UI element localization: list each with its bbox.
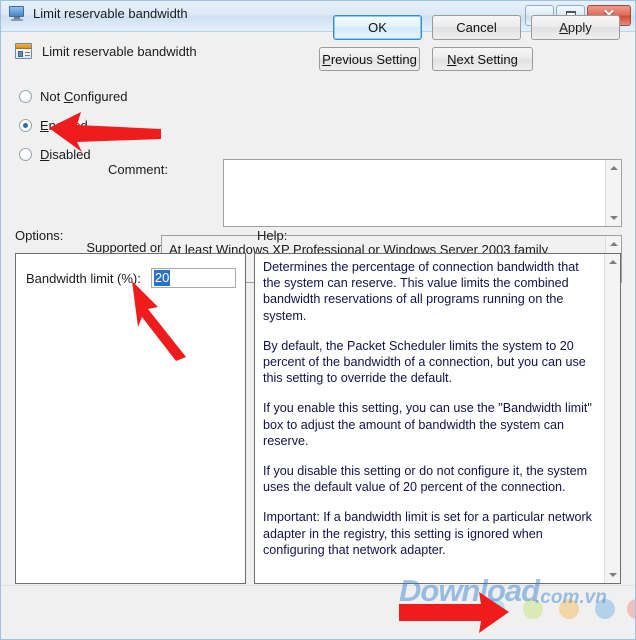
next-setting-label: ext Setting [456, 51, 518, 67]
help-paragraph: By default, the Packet Scheduler limits … [263, 338, 586, 386]
previous-setting-label: revious Setting [330, 51, 417, 67]
radio-disabled-indicator[interactable] [19, 148, 32, 161]
policy-state-area: Not Configured Enabled Disabled Comment:… [2, 74, 635, 283]
setting-nav-buttons: Previous Setting Next Setting [319, 47, 533, 71]
apply-button[interactable]: Apply [531, 15, 620, 40]
radio-not-configured-indicator[interactable] [19, 90, 32, 103]
help-paragraph: Determines the percentage of connection … [263, 260, 579, 323]
policy-name-label: Limit reservable bandwidth [42, 43, 197, 59]
next-setting-accel: N [447, 51, 457, 67]
window-title: Limit reservable bandwidth [33, 6, 188, 21]
title-bar-content: Limit reservable bandwidth [9, 6, 188, 21]
bandwidth-limit-label: Bandwidth limit (%): [26, 270, 141, 286]
help-scroll-down-icon[interactable] [605, 567, 620, 583]
bandwidth-limit-row: Bandwidth limit (%): 20 [26, 268, 236, 288]
radio-enabled[interactable]: Enabled [19, 118, 88, 133]
help-scrollbar[interactable] [604, 254, 620, 583]
comment-label: Comment: [108, 162, 168, 177]
next-setting-button[interactable]: Next Setting [432, 47, 533, 71]
policy-setting-dialog: Limit reservable bandwidth ✕ Limit reser… [0, 0, 636, 640]
radio-disabled[interactable]: Disabled [19, 147, 91, 162]
help-paragraph: Important: If a bandwidth limit is set f… [263, 510, 592, 557]
help-section-label: Help: [257, 228, 288, 243]
bandwidth-limit-value: 20 [153, 270, 171, 286]
dialog-action-buttons: OK Cancel Apply [333, 15, 620, 40]
radio-not-configured-label: Not Configured [40, 89, 128, 104]
help-paragraph: If you enable this setting, you can use … [263, 401, 592, 448]
ok-button-label: OK [368, 20, 387, 35]
previous-setting-button[interactable]: Previous Setting [319, 47, 420, 71]
radio-enabled-indicator[interactable] [19, 119, 32, 132]
options-panel: Bandwidth limit (%): 20 [15, 253, 246, 584]
help-text: Determines the percentage of connection … [255, 254, 603, 583]
options-section-label: Options: [15, 228, 64, 243]
monitor-icon [9, 6, 26, 21]
dialog-footer [2, 585, 635, 639]
previous-setting-accel: P [322, 51, 331, 67]
comment-input[interactable] [223, 159, 622, 227]
radio-disabled-label: Disabled [40, 147, 91, 162]
cancel-button-label: Cancel [456, 20, 497, 35]
cancel-button[interactable]: Cancel [432, 15, 521, 40]
help-panel: Determines the percentage of connection … [254, 253, 621, 584]
comment-scrollbar[interactable] [605, 160, 621, 226]
help-scroll-up-icon[interactable] [605, 254, 620, 270]
comment-scroll-down-icon[interactable] [606, 210, 621, 226]
radio-enabled-label: Enabled [40, 118, 88, 133]
supported-scroll-up-icon[interactable] [606, 236, 621, 252]
bandwidth-limit-input[interactable]: 20 [150, 268, 236, 288]
ok-button[interactable]: OK [333, 15, 422, 40]
apply-button-label: Apply [559, 20, 592, 35]
comment-scroll-up-icon[interactable] [606, 160, 621, 176]
help-paragraph: If you disable this setting or do not co… [263, 464, 588, 495]
radio-not-configured[interactable]: Not Configured [19, 89, 127, 104]
policy-setting-icon [15, 43, 32, 59]
policy-title: Limit reservable bandwidth [15, 43, 197, 59]
